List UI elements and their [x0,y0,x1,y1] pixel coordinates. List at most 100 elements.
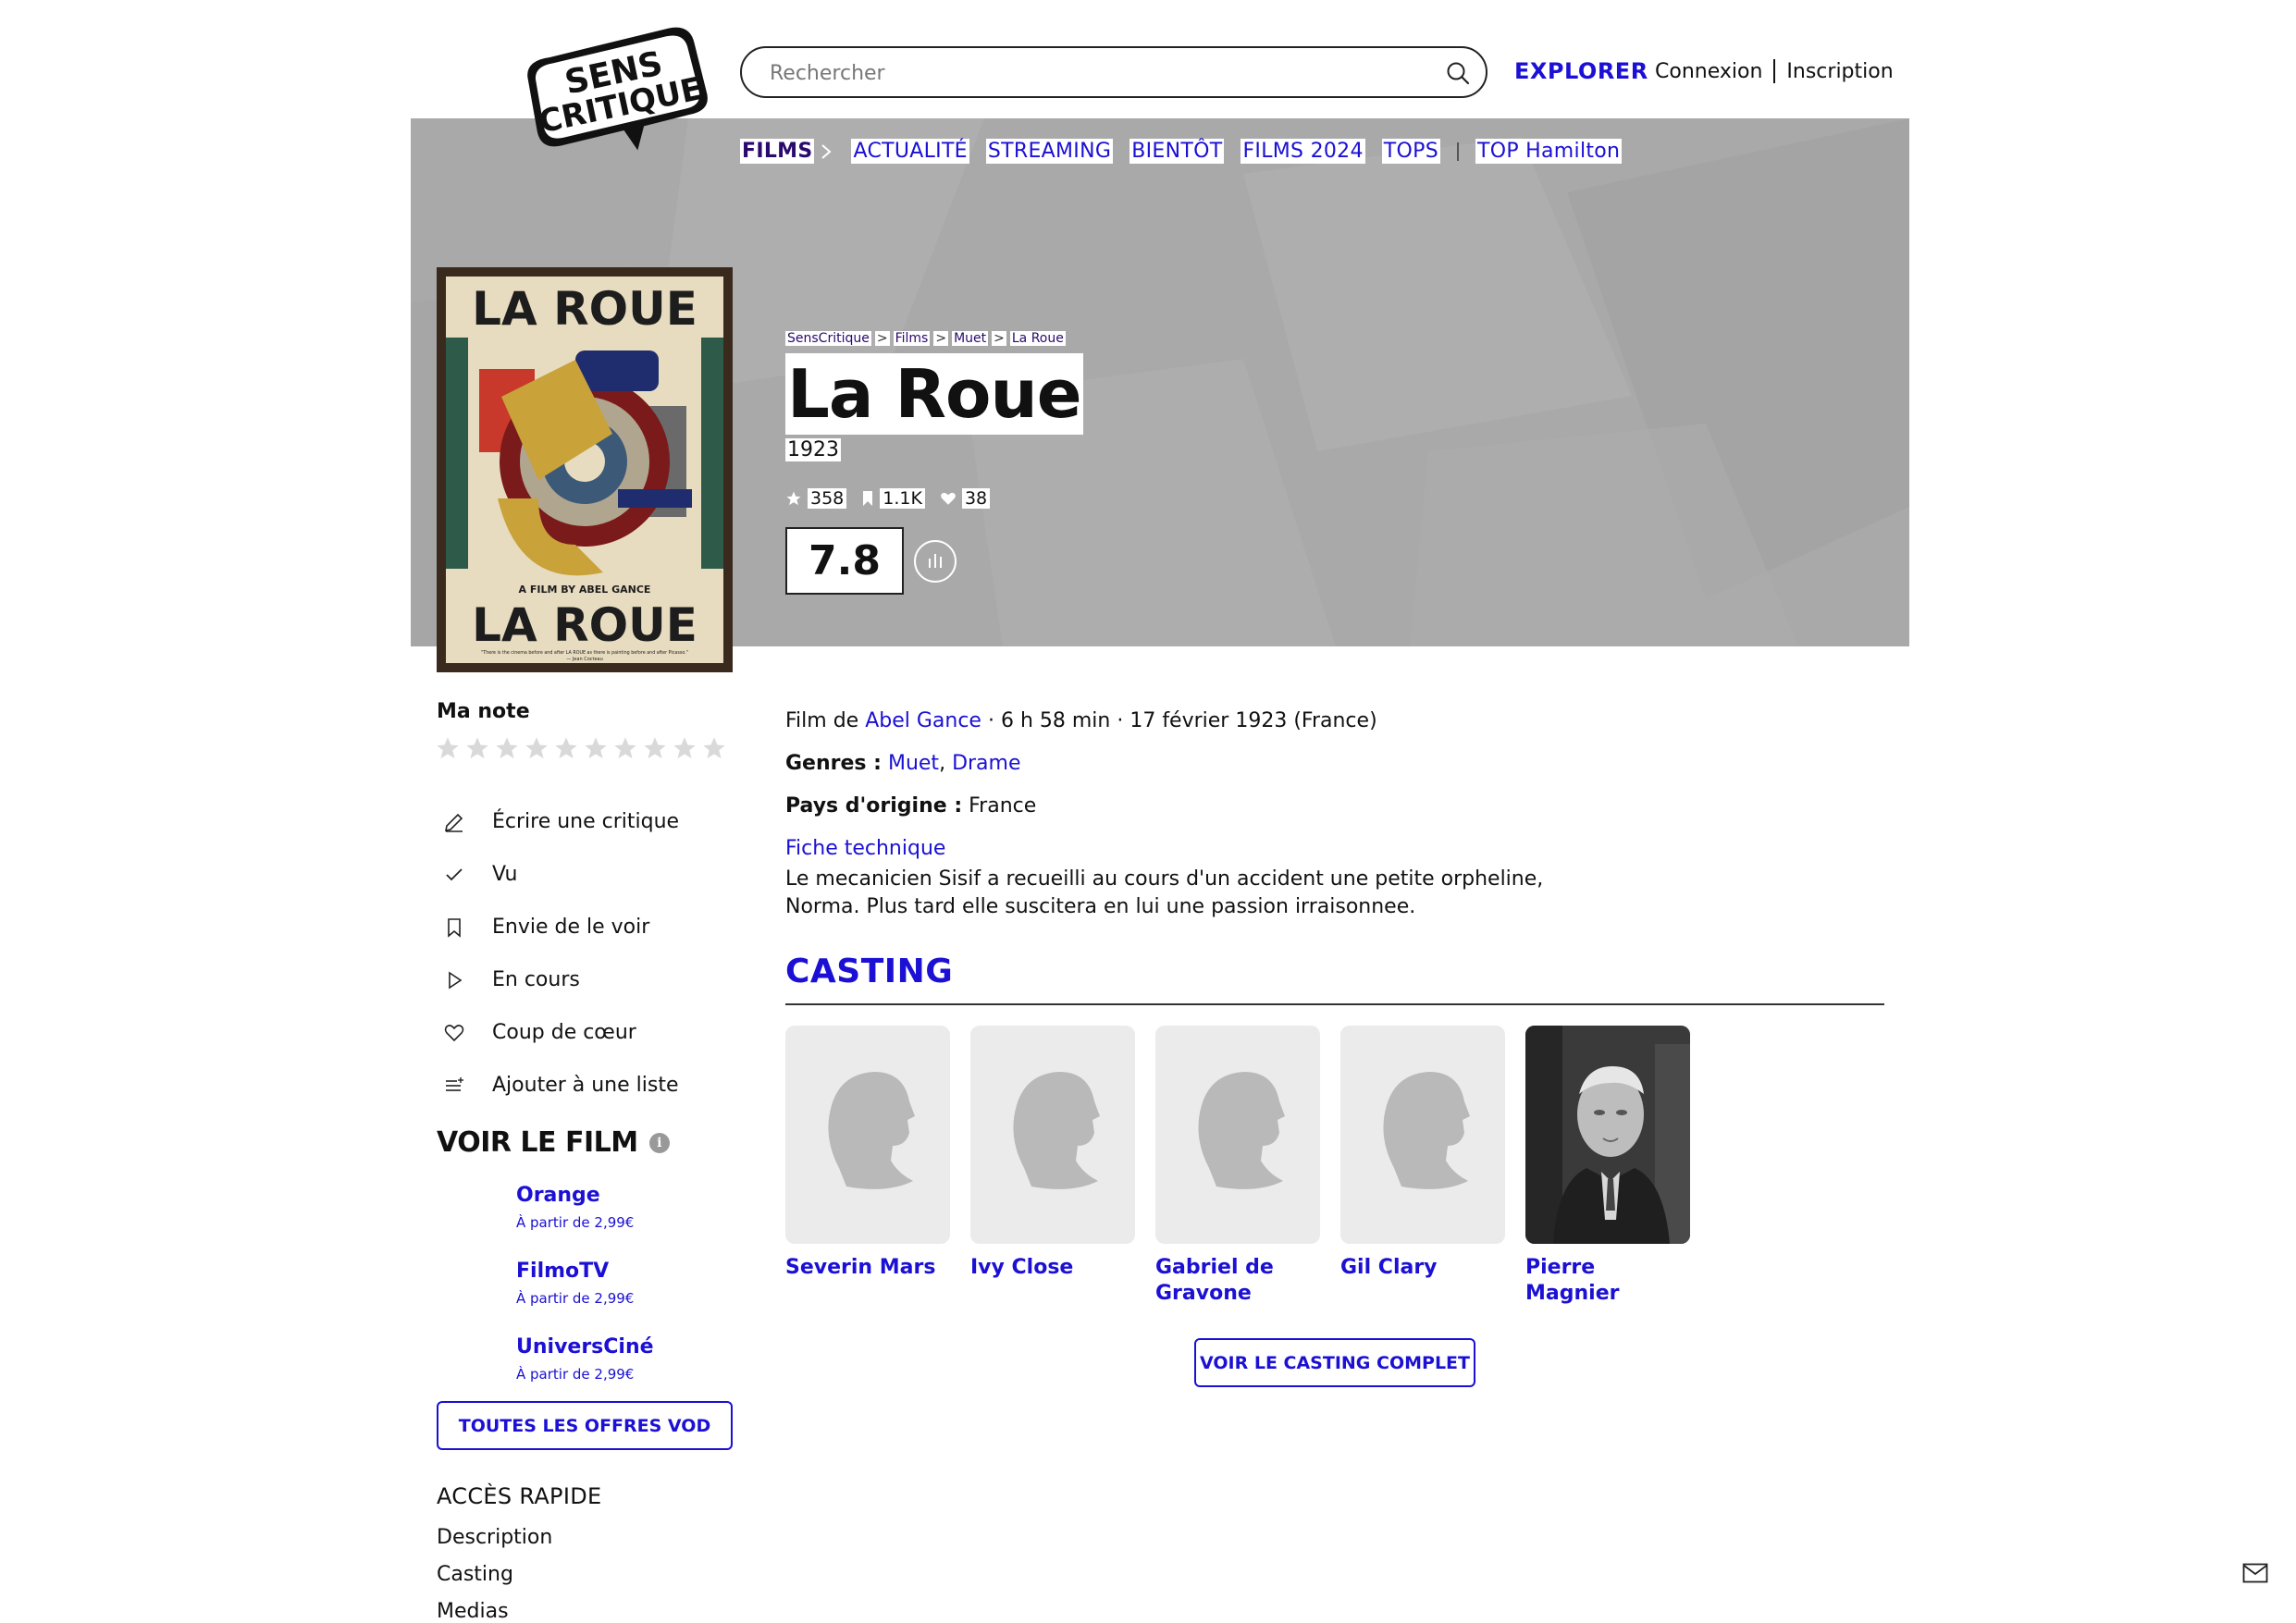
avatar[interactable] [1155,1026,1320,1244]
score-distribution-button[interactable] [914,540,957,583]
cast-member[interactable]: Gil Clary [1340,1026,1505,1307]
favorites-count: 38 [940,488,991,509]
subnav-actualite[interactable]: ACTUALITÉ [851,139,969,164]
senscritique-logo[interactable]: SENS CRITIQUE [513,24,717,154]
star-icon [786,491,801,506]
rating-star-icon[interactable] [494,735,520,761]
subnav-streaming[interactable]: STREAMING [985,139,1114,164]
average-score: 7.8 [785,527,904,595]
cast-member[interactable]: Pierre Magnier [1525,1026,1690,1307]
avatar[interactable] [785,1026,950,1244]
my-rating-stars[interactable] [435,735,731,761]
casting-divider [785,1003,1884,1005]
add-list-icon [446,1076,463,1091]
full-casting-button[interactable]: VOIR LE CASTING COMPLET [1194,1338,1475,1387]
cast-member[interactable]: Severin Mars [785,1026,950,1307]
rating-star-icon[interactable] [524,735,549,761]
cast-member-name[interactable]: Severin Mars [785,1255,950,1281]
country-label: Pays d'origine : [785,793,963,818]
subnav-films[interactable]: FILMS [740,139,815,164]
rating-star-icon[interactable] [464,735,490,761]
synopsis: Le mecanicien Sisif a recueilli au cours… [785,867,1544,918]
action-seen[interactable]: Vu [442,848,679,901]
offer-filmotv[interactable]: FilmoTV À partir de 2,99€ [516,1260,654,1335]
bookmark-icon [448,917,461,938]
director-line: Film de Abel Gance · 6 h 58 min · 17 fév… [785,699,1377,742]
action-favorite[interactable]: Coup de cœur [442,1006,679,1059]
action-label: Ajouter à une liste [492,1074,679,1097]
mail-icon[interactable] [2242,1563,2268,1583]
offer-orange[interactable]: Orange À partir de 2,99€ [516,1184,654,1260]
bookmark-icon [863,491,873,506]
genres-label: Genres : [785,751,882,775]
rating-star-icon[interactable] [583,735,609,761]
action-label: Écrire une critique [492,810,680,833]
poster-artwork: LA ROUE A FILM BY ABEL GANCE LA ROUE "Th… [437,267,733,672]
login-link[interactable]: Connexion [1655,60,1762,83]
person-silhouette-icon [1383,1072,1470,1189]
ratings-count-value: 358 [808,488,847,509]
subnav-tops[interactable]: TOPS [1381,139,1440,164]
signup-link[interactable]: Inscription [1786,60,1893,83]
genre-link-drame[interactable]: Drame [952,752,1020,775]
quick-access-title: ACCÈS RAPIDE [437,1483,602,1509]
search-bar[interactable] [740,46,1487,98]
breadcrumb-senscritique[interactable]: SensCritique [785,331,871,346]
breadcrumb-muet[interactable]: Muet [952,331,989,346]
my-rating-label: Ma note [437,700,530,723]
action-in-progress[interactable]: En cours [442,953,679,1006]
subnav-bientot[interactable]: BIENTÔT [1129,139,1225,164]
play-icon [449,971,463,989]
info-icon[interactable]: i [648,1132,670,1153]
auth-links: Connexion Inscription [1655,59,1894,83]
explore-link[interactable]: EXPLORER [1514,58,1648,84]
rating-star-icon[interactable] [435,735,461,761]
cast-member[interactable]: Gabriel de Gravone [1155,1026,1320,1307]
action-label: Coup de cœur [492,1021,636,1044]
avatar[interactable] [1525,1026,1690,1244]
rating-star-icon[interactable] [553,735,579,761]
movie-poster[interactable]: LA ROUE A FILM BY ABEL GANCE LA ROUE "Th… [437,267,733,672]
heart-icon [941,492,956,505]
breadcrumb: SensCritique > Films > Muet > La Roue [785,331,1066,346]
action-label: En cours [492,968,580,991]
quick-link-description[interactable]: Description [437,1526,552,1563]
offer-price: À partir de 2,99€ [516,1214,635,1231]
subnav-top-hamilton[interactable]: TOP Hamilton [1475,139,1623,164]
action-write-review[interactable]: Écrire une critique [442,795,679,848]
all-vod-offers-button[interactable]: TOUTES LES OFFRES VOD [437,1401,733,1450]
director-link[interactable]: Abel Gance [865,709,981,732]
cast-member-name[interactable]: Gabriel de Gravone [1155,1255,1320,1307]
rating-star-icon[interactable] [672,735,697,761]
person-silhouette-icon [1013,1072,1100,1189]
search-icon[interactable] [1445,60,1471,86]
breadcrumb-separator: > [874,331,890,346]
offer-price: À partir de 2,99€ [516,1290,635,1307]
tech-sheet-link[interactable]: Fiche technique [785,837,945,860]
offer-universcine[interactable]: UniversCiné À partir de 2,99€ [516,1335,654,1411]
rating-star-icon[interactable] [701,735,727,761]
search-input[interactable] [770,57,1417,89]
rating-star-icon[interactable] [612,735,638,761]
breadcrumb-films[interactable]: Films [893,331,931,346]
cast-member-name[interactable]: Gil Clary [1340,1255,1505,1281]
breadcrumb-current[interactable]: La Roue [1009,331,1066,346]
subnav-films-2024[interactable]: FILMS 2024 [1241,139,1365,164]
avatar[interactable] [1340,1026,1505,1244]
cast-member[interactable]: Ivy Close [970,1026,1135,1307]
quick-link-casting[interactable]: Casting [437,1563,552,1600]
cast-member-name[interactable]: Ivy Close [970,1255,1135,1281]
poster-quote-author: — Jean Cocteau [566,657,603,662]
pencil-icon [444,813,463,832]
action-want-to-see[interactable]: Envie de le voir [442,901,679,953]
action-label: Envie de le voir [492,916,650,939]
watch-title-text: VOIR LE FILM [437,1126,638,1159]
genre-link-muet[interactable]: Muet [888,752,939,775]
action-add-to-list[interactable]: Ajouter à une liste [442,1059,679,1112]
director-prefix: Film de [785,708,866,732]
rating-star-icon[interactable] [642,735,668,761]
breadcrumb-separator: > [992,331,1006,346]
cast-member-name[interactable]: Pierre Magnier [1525,1255,1690,1307]
quick-link-medias[interactable]: Medias [437,1600,552,1623]
avatar[interactable] [970,1026,1135,1244]
